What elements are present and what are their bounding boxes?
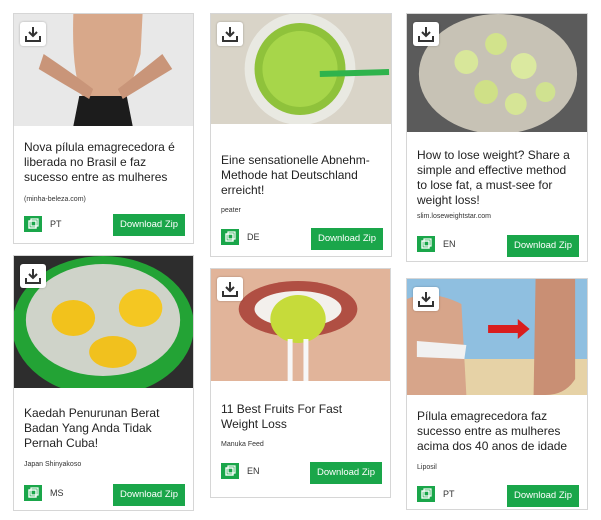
language-badge <box>221 229 239 245</box>
download-badge[interactable] <box>20 264 46 288</box>
card-4[interactable]: Kaedah Penurunan Berat Badan Yang Anda T… <box>13 255 194 511</box>
language-badge <box>417 486 435 502</box>
card-source: peater <box>221 207 241 214</box>
card-1[interactable]: Nova pílula emagrecedora é liberada no B… <box>13 13 194 244</box>
copy-icon <box>421 238 432 249</box>
download-icon <box>222 27 238 42</box>
download-badge[interactable] <box>217 277 243 301</box>
language-code: EN <box>247 466 260 476</box>
language-badge <box>221 463 239 479</box>
copy-icon <box>28 487 39 498</box>
download-icon <box>418 27 434 42</box>
download-icon <box>222 282 238 297</box>
language-code: EN <box>443 239 456 249</box>
card-title[interactable]: Eine sensationelle Abnehm-Methode hat De… <box>221 153 383 198</box>
download-icon <box>418 292 434 307</box>
download-zip-button[interactable]: Download Zip <box>113 484 185 506</box>
card-6[interactable]: Pílula emagrecedora faz sucesso entre as… <box>406 278 588 510</box>
card-3[interactable]: How to lose weight? Share a simple and e… <box>406 13 588 262</box>
download-zip-button[interactable]: Download Zip <box>311 228 383 250</box>
card-source: Japan Shinyakoso <box>24 461 82 468</box>
download-badge[interactable] <box>413 287 439 311</box>
download-zip-button[interactable]: Download Zip <box>507 235 579 257</box>
card-thumbnail[interactable] <box>407 279 587 395</box>
card-title[interactable]: 11 Best Fruits For Fast Weight Loss <box>221 402 382 432</box>
card-source: (minha-beleza.com) <box>24 196 86 203</box>
card-source: Liposil <box>417 464 437 471</box>
language-code: MS <box>50 488 64 498</box>
card-thumbnail[interactable] <box>14 256 193 388</box>
copy-icon <box>28 218 39 229</box>
download-badge[interactable] <box>217 22 243 46</box>
card-thumbnail[interactable] <box>14 14 193 126</box>
download-badge[interactable] <box>20 22 46 46</box>
card-source: Manuka Feed <box>221 441 264 448</box>
download-icon <box>25 27 41 42</box>
download-zip-button[interactable]: Download Zip <box>113 214 185 236</box>
download-badge[interactable] <box>413 22 439 46</box>
card-title[interactable]: How to lose weight? Share a simple and e… <box>417 148 579 208</box>
card-5[interactable]: 11 Best Fruits For Fast Weight Loss Manu… <box>210 268 391 498</box>
card-thumbnail[interactable] <box>407 14 587 132</box>
language-code: PT <box>50 219 62 229</box>
language-code: DE <box>247 232 260 242</box>
download-icon <box>25 269 41 284</box>
card-title[interactable]: Kaedah Penurunan Berat Badan Yang Anda T… <box>24 406 185 451</box>
card-source: slim.loseweightstar.com <box>417 213 491 220</box>
copy-icon <box>421 488 432 499</box>
download-zip-button[interactable]: Download Zip <box>507 485 579 507</box>
card-title[interactable]: Pílula emagrecedora faz sucesso entre as… <box>417 409 579 454</box>
card-thumbnail[interactable] <box>211 269 390 381</box>
language-code: PT <box>443 489 455 499</box>
language-badge <box>24 485 42 501</box>
copy-icon <box>225 465 236 476</box>
copy-icon <box>225 231 236 242</box>
card-thumbnail[interactable] <box>211 14 391 124</box>
language-badge <box>417 236 435 252</box>
language-badge <box>24 216 42 232</box>
card-2[interactable]: Eine sensationelle Abnehm-Methode hat De… <box>210 13 392 257</box>
card-title[interactable]: Nova pílula emagrecedora é liberada no B… <box>24 140 185 185</box>
download-zip-button[interactable]: Download Zip <box>310 462 382 484</box>
